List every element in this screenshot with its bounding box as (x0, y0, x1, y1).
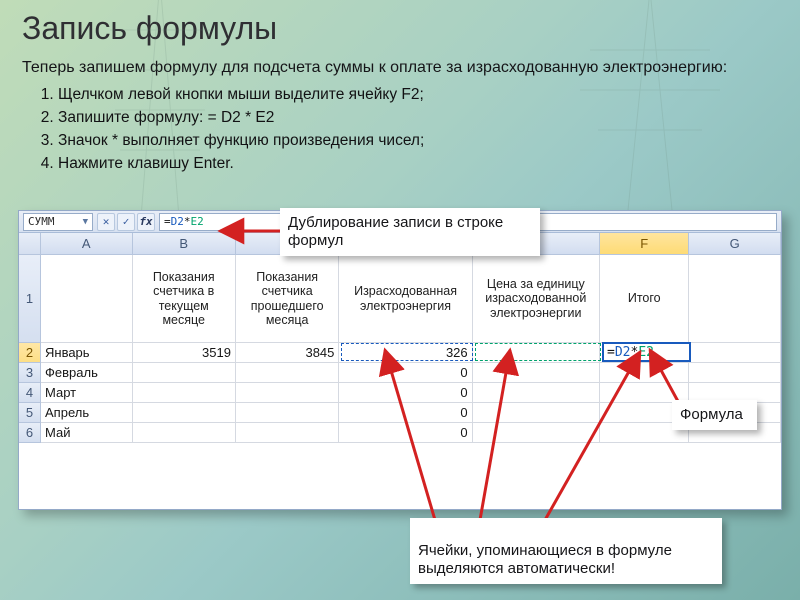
cell[interactable] (689, 343, 781, 363)
cell[interactable] (473, 403, 600, 423)
cell[interactable] (473, 343, 600, 363)
row-header-3[interactable]: 3 (19, 363, 41, 383)
cell[interactable]: 3845 (236, 343, 339, 363)
row-header-6[interactable]: 6 (19, 423, 41, 443)
formula-ref-e2: E2 (191, 215, 204, 228)
cell[interactable]: 326 (339, 343, 472, 363)
cell[interactable] (473, 383, 600, 403)
annotation-bottom: Ячейки, упоминающиеся в формуле выделяют… (410, 518, 722, 584)
cell[interactable]: Итого (600, 255, 690, 343)
col-header-B[interactable]: B (133, 233, 236, 255)
table-row: Май 0 (41, 423, 781, 443)
annotation-right: Формула (672, 400, 757, 430)
cell[interactable]: 0 (339, 363, 472, 383)
cell[interactable]: Март (41, 383, 133, 403)
select-all-corner[interactable] (19, 233, 41, 255)
name-box-value: СУММ (28, 215, 55, 228)
name-box[interactable]: СУММ ▼ (23, 213, 93, 231)
col-header-A[interactable]: A (41, 233, 133, 255)
cell[interactable] (600, 363, 690, 383)
annotation-top: Дублирование записи в строке формул (280, 208, 540, 256)
fx-button[interactable]: fx (137, 213, 155, 231)
cell[interactable] (236, 403, 339, 423)
cell[interactable]: 0 (339, 423, 472, 443)
table-row: Апрель 0 (41, 403, 781, 423)
table-row: Март 0 (41, 383, 781, 403)
cell[interactable]: Апрель (41, 403, 133, 423)
table-row: Январь 3519 3845 326 (41, 343, 781, 363)
cell[interactable] (133, 423, 236, 443)
cell[interactable] (689, 255, 781, 343)
formula-op: * (184, 215, 191, 228)
cell[interactable]: Май (41, 423, 133, 443)
cell[interactable] (41, 255, 133, 343)
formula-equals: = (164, 215, 171, 228)
cell[interactable]: Показания счетчика прошедшего месяца (236, 255, 339, 343)
row-header-4[interactable]: 4 (19, 383, 41, 403)
formula-ref-d2: D2 (171, 215, 184, 228)
cell[interactable] (600, 343, 690, 363)
cell[interactable]: 0 (339, 403, 472, 423)
cell[interactable]: Цена за единицу израсходованной электроэ… (473, 255, 600, 343)
cell[interactable] (133, 403, 236, 423)
cell[interactable]: Январь (41, 343, 133, 363)
row-header-5[interactable]: 5 (19, 403, 41, 423)
name-box-dropdown-icon[interactable]: ▼ (83, 217, 88, 227)
cell[interactable] (236, 383, 339, 403)
col-header-G[interactable]: G (689, 233, 781, 255)
cell[interactable] (689, 363, 781, 383)
row-header-2[interactable]: 2 (19, 343, 41, 363)
cell[interactable]: 3519 (133, 343, 236, 363)
cell[interactable]: Израсходованная электроэнергия (339, 255, 472, 343)
cell[interactable] (133, 363, 236, 383)
cell[interactable] (473, 363, 600, 383)
cancel-button[interactable]: ✕ (97, 213, 115, 231)
cell[interactable]: Показания счетчика в текущем месяце (133, 255, 236, 343)
row-header-1[interactable]: 1 (19, 255, 41, 343)
table-row: Февраль 0 (41, 363, 781, 383)
cell[interactable] (236, 423, 339, 443)
col-header-F[interactable]: F (600, 233, 690, 255)
cell[interactable]: 0 (339, 383, 472, 403)
cell[interactable]: Февраль (41, 363, 133, 383)
cell[interactable] (473, 423, 600, 443)
cell[interactable] (133, 383, 236, 403)
table-row: Показания счетчика в текущем месяце Пока… (41, 255, 781, 343)
cell[interactable] (236, 363, 339, 383)
confirm-button[interactable]: ✓ (117, 213, 135, 231)
